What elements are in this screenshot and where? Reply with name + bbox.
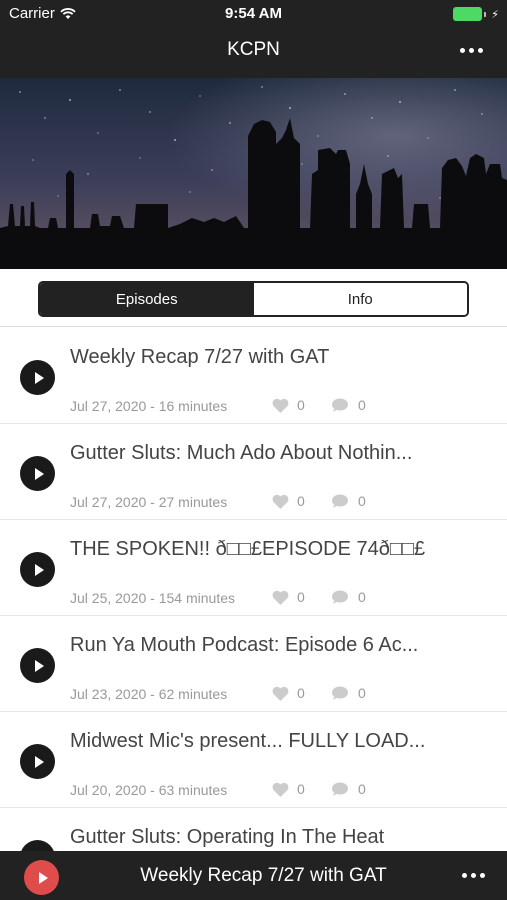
play-button[interactable]: [20, 744, 55, 779]
comment-button[interactable]: 0: [331, 397, 366, 413]
status-bar: Carrier 9:54 AM ⚡: [0, 0, 507, 28]
comment-count: 0: [358, 493, 366, 509]
heart-icon: [272, 398, 289, 413]
like-count: 0: [297, 781, 305, 797]
podcast-banner-image: [0, 78, 507, 269]
play-icon: [34, 371, 44, 384]
comment-count: 0: [358, 397, 366, 413]
comment-button[interactable]: 0: [331, 781, 366, 797]
comment-button[interactable]: 0: [331, 685, 366, 701]
episode-meta: Jul 27, 2020 - 16 minutes: [70, 398, 228, 414]
like-count: 0: [297, 685, 305, 701]
episode-meta: Jul 23, 2020 - 62 minutes: [70, 686, 228, 702]
like-count: 0: [297, 589, 305, 605]
play-icon: [34, 563, 44, 576]
mini-player[interactable]: Weekly Recap 7/27 with GAT: [0, 851, 507, 900]
like-button[interactable]: 0: [272, 493, 305, 509]
more-dots-icon[interactable]: [460, 48, 483, 53]
tab-bar: Episodes Info: [0, 269, 507, 327]
list-item[interactable]: THE SPOKEN!! ð□□£EPISODE 74ð□□£ Jul 25, …: [0, 520, 507, 616]
play-icon: [34, 467, 44, 480]
play-icon: [38, 871, 48, 884]
segmented-control: Episodes Info: [38, 281, 469, 317]
heart-icon: [272, 494, 289, 509]
charging-icon: ⚡: [491, 8, 499, 21]
episode-meta: Jul 27, 2020 - 27 minutes: [70, 494, 228, 510]
player-more-dots-icon[interactable]: [462, 873, 485, 878]
comment-button[interactable]: 0: [331, 493, 366, 509]
play-button[interactable]: [20, 456, 55, 491]
play-icon: [34, 755, 44, 768]
episode-meta: Jul 25, 2020 - 154 minutes: [70, 590, 235, 606]
battery-icon: ⚡: [453, 7, 499, 21]
list-item[interactable]: Midwest Mic's present... FULLY LOAD... J…: [0, 712, 507, 808]
like-button[interactable]: 0: [272, 685, 305, 701]
episode-title: Midwest Mic's present... FULLY LOAD...: [70, 730, 426, 752]
like-button[interactable]: 0: [272, 397, 305, 413]
episode-title: Gutter Sluts: Operating In The Heat: [70, 826, 385, 848]
player-play-button[interactable]: [24, 860, 59, 895]
episode-meta: Jul 20, 2020 - 63 minutes: [70, 782, 228, 798]
comment-icon: [332, 686, 348, 700]
episode-title: Gutter Sluts: Much Ado About Nothin...: [70, 442, 413, 464]
list-item[interactable]: Weekly Recap 7/27 with GAT Jul 27, 2020 …: [0, 328, 507, 424]
list-item[interactable]: Gutter Sluts: Much Ado About Nothin... J…: [0, 424, 507, 520]
comment-count: 0: [358, 685, 366, 701]
comment-icon: [332, 494, 348, 508]
tab-episodes[interactable]: Episodes: [40, 283, 254, 315]
now-playing-title: Weekly Recap 7/27 with GAT: [140, 865, 387, 886]
clock: 9:54 AM: [225, 5, 282, 22]
comment-count: 0: [358, 589, 366, 605]
episode-title: Weekly Recap 7/27 with GAT: [70, 346, 330, 368]
like-button[interactable]: 0: [272, 589, 305, 605]
tab-info[interactable]: Info: [253, 283, 467, 315]
heart-icon: [272, 782, 289, 797]
comment-button[interactable]: 0: [331, 589, 366, 605]
episode-list: Weekly Recap 7/27 with GAT Jul 27, 2020 …: [0, 328, 507, 900]
nav-bar: KCPN: [0, 28, 507, 78]
episode-title: Run Ya Mouth Podcast: Episode 6 Ac...: [70, 634, 419, 656]
play-button[interactable]: [20, 552, 55, 587]
episode-title: THE SPOKEN!! ð□□£EPISODE 74ð□□£: [70, 538, 426, 560]
like-button[interactable]: 0: [272, 781, 305, 797]
play-button[interactable]: [20, 360, 55, 395]
heart-icon: [272, 686, 289, 701]
like-count: 0: [297, 493, 305, 509]
comment-icon: [332, 398, 348, 412]
play-button[interactable]: [20, 648, 55, 683]
comment-count: 0: [358, 781, 366, 797]
like-count: 0: [297, 397, 305, 413]
comment-icon: [332, 590, 348, 604]
list-item[interactable]: Run Ya Mouth Podcast: Episode 6 Ac... Ju…: [0, 616, 507, 712]
play-icon: [34, 659, 44, 672]
heart-icon: [272, 590, 289, 605]
comment-icon: [332, 782, 348, 796]
page-title: KCPN: [227, 39, 280, 60]
